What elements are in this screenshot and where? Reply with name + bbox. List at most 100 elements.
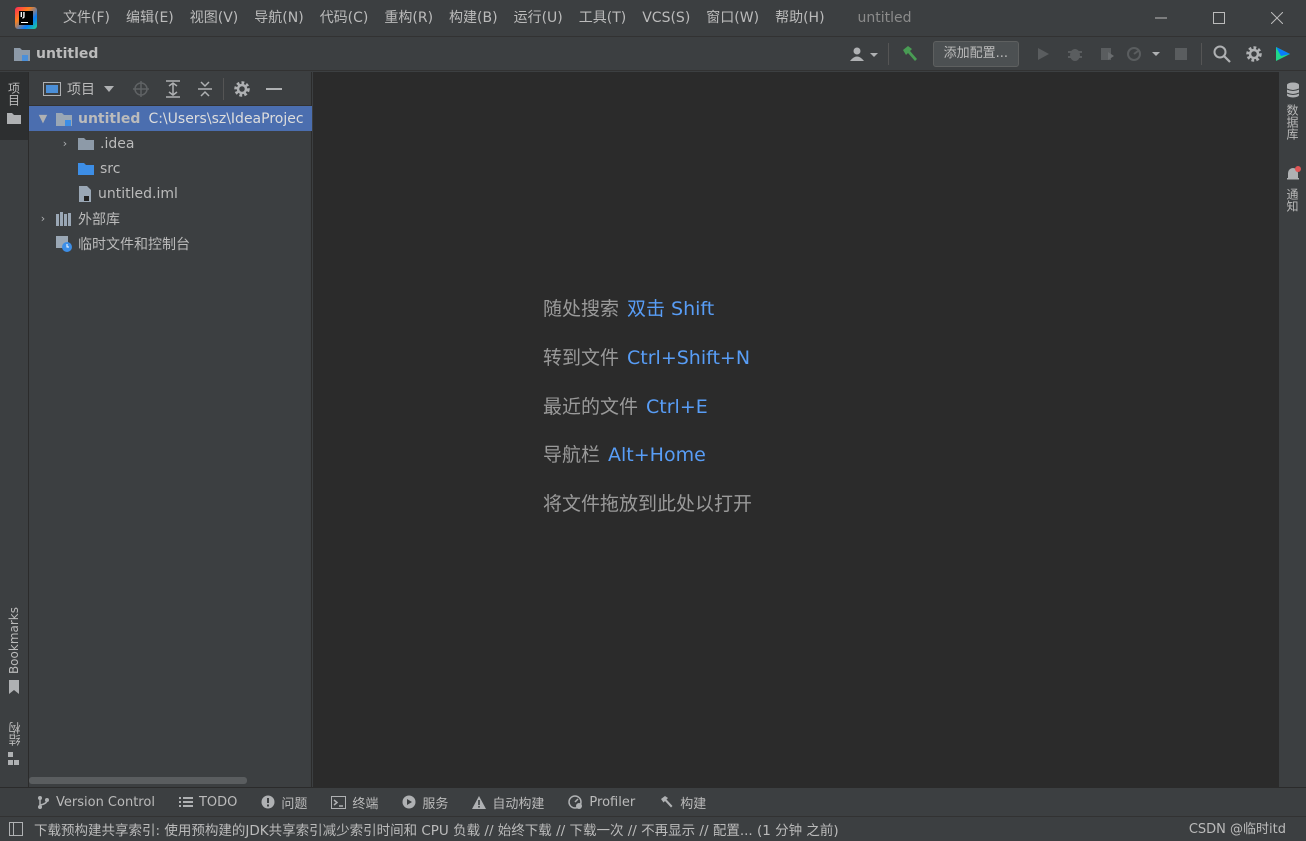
tab-services[interactable]: 服务 [402, 793, 448, 812]
services-icon [402, 795, 416, 809]
tree-item-iml[interactable]: untitled.iml [29, 181, 312, 206]
title-bar: IJ 文件(F) 编辑(E) 视图(V) 导航(N) 代码(C) 重构(R) 构… [0, 0, 1306, 36]
horizontal-scrollbar[interactable] [29, 777, 247, 784]
menu-tools[interactable]: 工具(T) [571, 0, 634, 36]
tool-tab-project[interactable]: 项目 [0, 72, 28, 140]
library-icon [55, 211, 73, 227]
gear-icon [1246, 45, 1262, 62]
hint-search-everywhere: 随处搜索 双击 Shift [543, 294, 714, 321]
tree-item-scratches[interactable]: 临时文件和控制台 [29, 231, 312, 256]
warning-icon [472, 795, 487, 809]
tab-problems[interactable]: 问题 [261, 793, 307, 812]
menu-file[interactable]: 文件(F) [55, 0, 118, 36]
jetbrains-toolbox-button[interactable] [1270, 41, 1296, 67]
structure-icon [8, 752, 19, 765]
hint-navigation-bar: 导航栏 Alt+Home [543, 440, 706, 467]
chevron-down-icon[interactable] [103, 85, 115, 93]
tree-item-src[interactable]: src [29, 156, 312, 181]
chevron-down-icon[interactable]: ▼ [37, 112, 49, 125]
tab-terminal[interactable]: 终端 [331, 793, 378, 812]
toggle-tool-windows-icon[interactable] [9, 822, 23, 836]
window-title: untitled [857, 10, 912, 26]
expand-all-button[interactable] [157, 76, 189, 102]
project-view-selector[interactable]: 项目 [67, 79, 95, 99]
tool-tab-bookmarks[interactable]: Bookmarks [0, 607, 28, 707]
intellij-logo-icon[interactable]: IJ [15, 7, 37, 29]
tab-auto-build[interactable]: 自动构建 [472, 793, 544, 812]
info-icon [261, 795, 275, 809]
tool-tab-database[interactable]: 数据库 [1279, 82, 1306, 140]
collapse-all-icon [198, 80, 212, 97]
chevron-right-icon[interactable]: › [37, 212, 49, 225]
maximize-button[interactable] [1190, 0, 1248, 36]
scratch-icon [55, 235, 73, 253]
tool-tab-structure[interactable]: 结构 [0, 722, 28, 782]
coverage-button[interactable] [1091, 41, 1123, 67]
run-icon [1038, 47, 1049, 60]
branch-icon [36, 795, 50, 809]
expand-all-icon [166, 79, 180, 98]
status-bar: 下载预构建共享索引: 使用预构建的JDK共享索引减少索引时间和 CPU 负载 /… [0, 816, 1306, 841]
locate-icon [133, 80, 149, 97]
menu-edit[interactable]: 编辑(E) [118, 0, 182, 36]
tool-tab-project-label: 项目 [6, 82, 21, 106]
tab-profiler[interactable]: Profiler [568, 795, 635, 810]
menu-build[interactable]: 构建(B) [441, 0, 506, 36]
tab-version-control[interactable]: Version Control [36, 795, 155, 810]
search-icon [1213, 45, 1231, 63]
tool-tab-structure-label: 结构 [7, 722, 22, 746]
tab-label: 构建 [680, 796, 707, 812]
menu-code[interactable]: 代码(C) [312, 0, 377, 36]
toolbox-logo-icon [1276, 46, 1290, 61]
hint-recent-files: 最近的文件 Ctrl+E [543, 392, 708, 419]
bug-icon [1068, 48, 1082, 61]
tree-item-label: untitled [78, 110, 141, 127]
hint-text: 最近的文件 [543, 396, 639, 418]
search-everywhere-button[interactable] [1206, 41, 1238, 67]
toolbar-separator [887, 42, 889, 65]
collapse-all-button[interactable] [189, 76, 221, 102]
hint-shortcut: Ctrl+Shift+N [627, 347, 751, 369]
account-button[interactable] [844, 41, 884, 67]
add-configuration-button[interactable]: 添加配置... [932, 40, 1019, 67]
project-view-icon [43, 81, 61, 96]
menu-refactor[interactable]: 重构(R) [376, 0, 441, 36]
settings-button[interactable] [1238, 41, 1270, 67]
tool-tab-notifications-label: 通知 [1285, 188, 1299, 212]
menu-run[interactable]: 运行(U) [506, 0, 571, 36]
select-opened-file-button[interactable] [125, 76, 157, 102]
breadcrumb-project[interactable]: untitled [36, 46, 98, 62]
tab-label: TODO [198, 794, 238, 810]
debug-button[interactable] [1059, 41, 1091, 67]
profile-run-button[interactable] [1123, 41, 1165, 67]
stop-button[interactable] [1165, 41, 1197, 67]
tool-tab-bookmarks-label: Bookmarks [7, 607, 21, 675]
project-tool-window: 项目 ▼ untitled C:\Users\sz\IdeaProjec › .… [29, 72, 312, 787]
source-folder-icon [77, 162, 95, 176]
tab-build[interactable]: 构建 [659, 793, 706, 812]
main-toolbar: 添加配置... [844, 37, 1296, 70]
hide-panel-button[interactable] [258, 76, 290, 102]
chevron-right-icon[interactable]: › [59, 137, 71, 150]
tree-item-idea[interactable]: › .idea [29, 131, 312, 156]
tree-item-external-libraries[interactable]: › 外部库 [29, 206, 312, 231]
menu-help[interactable]: 帮助(H) [767, 0, 832, 36]
menu-window[interactable]: 窗口(W) [698, 0, 767, 36]
tab-todo[interactable]: TODO [178, 794, 238, 810]
module-folder-icon [55, 111, 73, 127]
tree-item-project-root[interactable]: ▼ untitled C:\Users\sz\IdeaProjec [29, 106, 312, 131]
menu-view[interactable]: 视图(V) [182, 0, 247, 36]
run-button[interactable] [1027, 41, 1059, 67]
hammer-icon [902, 45, 917, 61]
close-button[interactable] [1248, 0, 1306, 36]
menu-navigate[interactable]: 导航(N) [246, 0, 311, 36]
status-message[interactable]: 下载预构建共享索引: 使用预构建的JDK共享索引减少索引时间和 CPU 负载 /… [34, 819, 839, 839]
minimize-button[interactable] [1132, 0, 1190, 36]
bookmark-icon [9, 680, 19, 695]
project-options-button[interactable] [226, 76, 258, 102]
build-project-button[interactable] [893, 41, 925, 67]
project-panel-header: 项目 [29, 72, 311, 106]
terminal-icon [331, 795, 347, 809]
menu-vcs[interactable]: VCS(S) [634, 0, 698, 36]
tool-tab-notifications[interactable]: 通知 [1279, 166, 1306, 212]
